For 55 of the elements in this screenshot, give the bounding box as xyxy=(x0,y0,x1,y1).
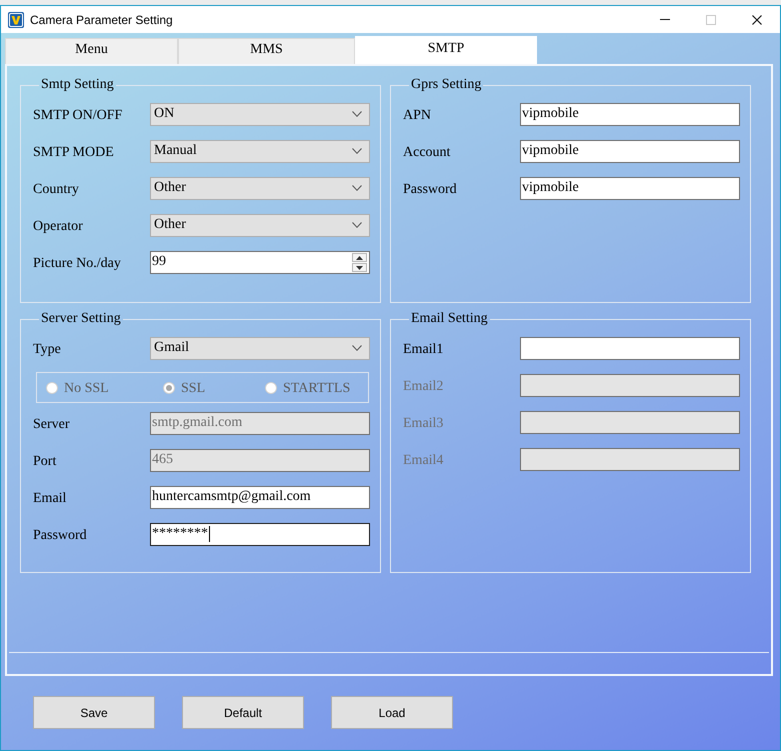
field-label: Type xyxy=(33,341,61,358)
chevron-down-icon xyxy=(352,184,362,190)
up-triangle-icon xyxy=(356,256,363,260)
field-label: Email2 xyxy=(403,378,444,395)
field-label: Operator xyxy=(33,218,83,235)
chevron-down-icon xyxy=(352,344,362,350)
field-label: SMTP ON/OFF xyxy=(33,107,122,124)
field-label: Picture No./day xyxy=(33,255,121,272)
dropdown[interactable]: Other xyxy=(150,177,370,200)
button[interactable]: Save xyxy=(33,696,155,729)
field-label: Email1 xyxy=(403,341,444,358)
close-icon[interactable] xyxy=(752,14,762,24)
logo-icon xyxy=(8,12,24,28)
text-cursor xyxy=(209,526,210,542)
radio-label: SSL xyxy=(181,380,206,396)
field-label: Email3 xyxy=(403,415,444,432)
input-field[interactable]: huntercamsmtp@gmail.com xyxy=(150,486,370,509)
field-label: Password xyxy=(403,181,457,198)
tab[interactable]: MMS xyxy=(178,38,355,64)
input-field[interactable]: ******** xyxy=(150,523,370,546)
field-label: Email4 xyxy=(403,452,444,469)
dropdown[interactable]: Other xyxy=(150,214,370,237)
field-label: APN xyxy=(403,107,432,124)
spin-down-button[interactable] xyxy=(352,263,367,272)
chevron-down-icon xyxy=(352,222,362,228)
input-field[interactable]: vipmobile xyxy=(520,140,740,163)
chevron-down-icon xyxy=(352,110,362,116)
number-spinner-field[interactable]: 99 xyxy=(150,251,370,274)
radio-label: STARTTLS xyxy=(283,380,350,396)
field-label: Password xyxy=(33,527,87,544)
field-label: Server xyxy=(33,416,70,433)
field-label: Country xyxy=(33,181,79,198)
input-field[interactable]: vipmobile xyxy=(520,103,740,126)
spin-up-button[interactable] xyxy=(352,253,367,262)
chevron-down-icon xyxy=(352,148,362,154)
group-title: Server Setting xyxy=(40,311,122,327)
button[interactable]: Default xyxy=(182,696,304,729)
dropdown[interactable]: Gmail xyxy=(150,337,370,360)
field-label: Account xyxy=(403,144,450,161)
field-label: Email xyxy=(33,490,66,507)
group-title: Email Setting xyxy=(410,311,489,327)
input-field[interactable]: vipmobile xyxy=(520,177,740,200)
tab[interactable]: SMTP xyxy=(355,36,537,64)
button[interactable]: Load xyxy=(331,696,453,729)
field-label: SMTP MODE xyxy=(33,144,114,161)
dropdown[interactable]: ON xyxy=(150,103,370,126)
down-triangle-icon xyxy=(356,266,363,270)
field-label: Port xyxy=(33,453,56,470)
input-field[interactable] xyxy=(520,337,740,360)
window-title: Camera Parameter Setting xyxy=(30,12,174,26)
dropdown[interactable]: Manual xyxy=(150,140,370,163)
tab[interactable]: Menu xyxy=(5,38,178,64)
radio-label: No SSL xyxy=(64,380,109,396)
group-title: Gprs Setting xyxy=(410,77,482,93)
group-title: Smtp Setting xyxy=(40,77,115,93)
